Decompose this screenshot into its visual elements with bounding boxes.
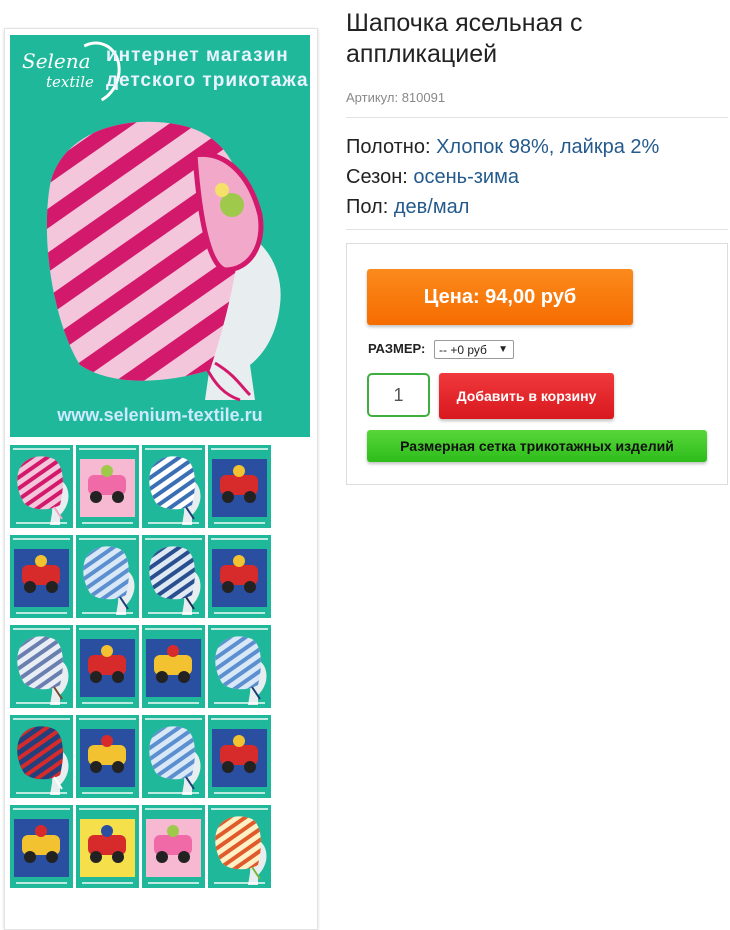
- product-thumbnail[interactable]: [76, 805, 139, 888]
- product-thumbnail[interactable]: [76, 715, 139, 798]
- purchase-box: Цена: 94,00 руб РАЗМЕР: -- +0 руб ▼ 1 До…: [346, 243, 728, 485]
- product-gallery: Selena textile интернет магазин детского…: [4, 28, 318, 930]
- product-thumbnail[interactable]: [208, 445, 271, 528]
- size-chart-button[interactable]: Размерная сетка трикотажных изделий: [367, 430, 707, 462]
- product-thumbnail[interactable]: [208, 535, 271, 618]
- product-thumbnail[interactable]: [76, 535, 139, 618]
- main-product-image[interactable]: Selena textile интернет магазин детского…: [10, 35, 310, 437]
- property-gender: Пол: дев/мал: [346, 196, 470, 218]
- store-slogan: интернет магазин детского трикотажа: [106, 45, 309, 91]
- sku-label: Артикул:: [346, 90, 399, 105]
- product-thumbnail[interactable]: [76, 445, 139, 528]
- size-selected-value: -- +0 руб: [439, 343, 487, 357]
- product-thumbnail[interactable]: [142, 445, 205, 528]
- size-select[interactable]: -- +0 руб ▼: [434, 340, 514, 359]
- divider: [346, 229, 728, 230]
- dropdown-arrow-icon: ▼: [498, 344, 508, 355]
- product-thumbnail[interactable]: [10, 625, 73, 708]
- product-properties: Полотно: Хлопок 98%, лайкра 2% Сезон: ос…: [346, 132, 659, 222]
- sku-value: 810091: [401, 90, 446, 105]
- product-thumbnail[interactable]: [10, 715, 73, 798]
- product-thumbnail[interactable]: [208, 625, 271, 708]
- product-thumbnail[interactable]: [10, 445, 73, 528]
- hat-photo: [46, 121, 281, 402]
- add-to-cart-button[interactable]: Добавить в корзину: [439, 373, 614, 419]
- quantity-input[interactable]: 1: [367, 373, 430, 417]
- product-sku: Артикул: 810091: [346, 90, 445, 105]
- size-label: РАЗМЕР:: [368, 341, 426, 356]
- product-thumbnail[interactable]: [208, 715, 271, 798]
- product-thumbnail[interactable]: [76, 625, 139, 708]
- product-thumbnail[interactable]: [10, 535, 73, 618]
- product-thumbnail[interactable]: [208, 805, 271, 888]
- selena-textile-logo: Selena textile: [16, 35, 130, 113]
- product-thumbnail[interactable]: [142, 625, 205, 708]
- product-thumbnail[interactable]: [142, 535, 205, 618]
- price-button[interactable]: Цена: 94,00 руб: [367, 269, 633, 325]
- divider: [346, 117, 728, 118]
- property-season: Сезон: осень-зима: [346, 166, 519, 188]
- product-thumbnail[interactable]: [10, 805, 73, 888]
- property-fabric: Полотно: Хлопок 98%, лайкра 2%: [346, 136, 660, 158]
- product-thumbnail[interactable]: [142, 715, 205, 798]
- product-thumbnail[interactable]: [142, 805, 205, 888]
- product-title: Шапочка ясельная с аппликацией: [346, 9, 583, 68]
- watermark-url: www.selenium-textile.ru: [57, 405, 263, 425]
